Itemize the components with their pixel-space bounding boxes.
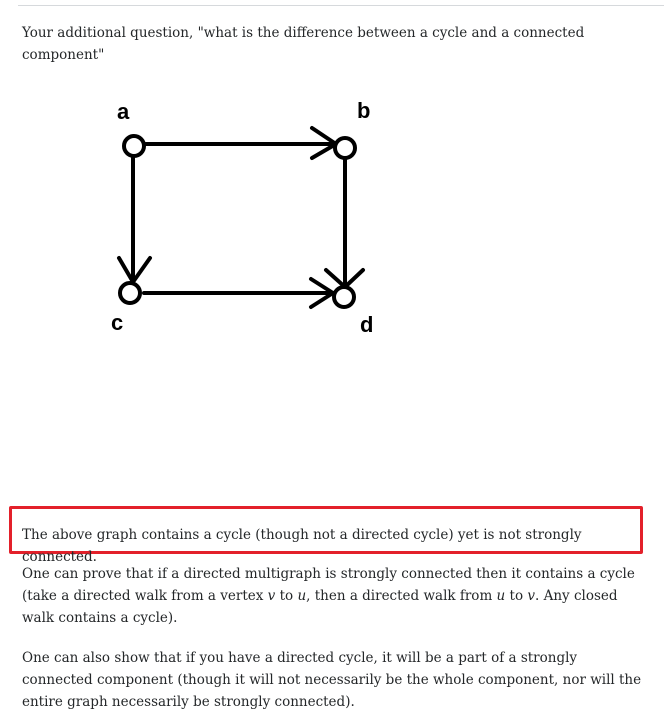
node-label-b: b: [357, 98, 370, 123]
node-label-a: a: [117, 99, 130, 124]
prove-text-4: to: [505, 588, 528, 604]
node-label-c: c: [111, 310, 123, 335]
highlighted-statement: The above graph contains a cycle (though…: [22, 527, 582, 565]
show-paragraph: One can also show that if you have a dir…: [22, 650, 642, 710]
node-label-d: d: [360, 312, 373, 337]
math-u: u: [297, 588, 307, 604]
math-u: u: [496, 588, 506, 604]
node-a: [122, 134, 146, 158]
prove-paragraph: One can prove that if a directed multigr…: [22, 563, 652, 629]
directed-graph-diagram: a b c d: [111, 98, 373, 337]
node-c: [118, 281, 142, 305]
prove-text-3: , then a directed walk from: [306, 588, 497, 604]
prove-text-2: to: [275, 588, 298, 604]
node-d: [332, 285, 356, 309]
node-b: [333, 136, 357, 160]
math-v: v: [527, 588, 536, 604]
